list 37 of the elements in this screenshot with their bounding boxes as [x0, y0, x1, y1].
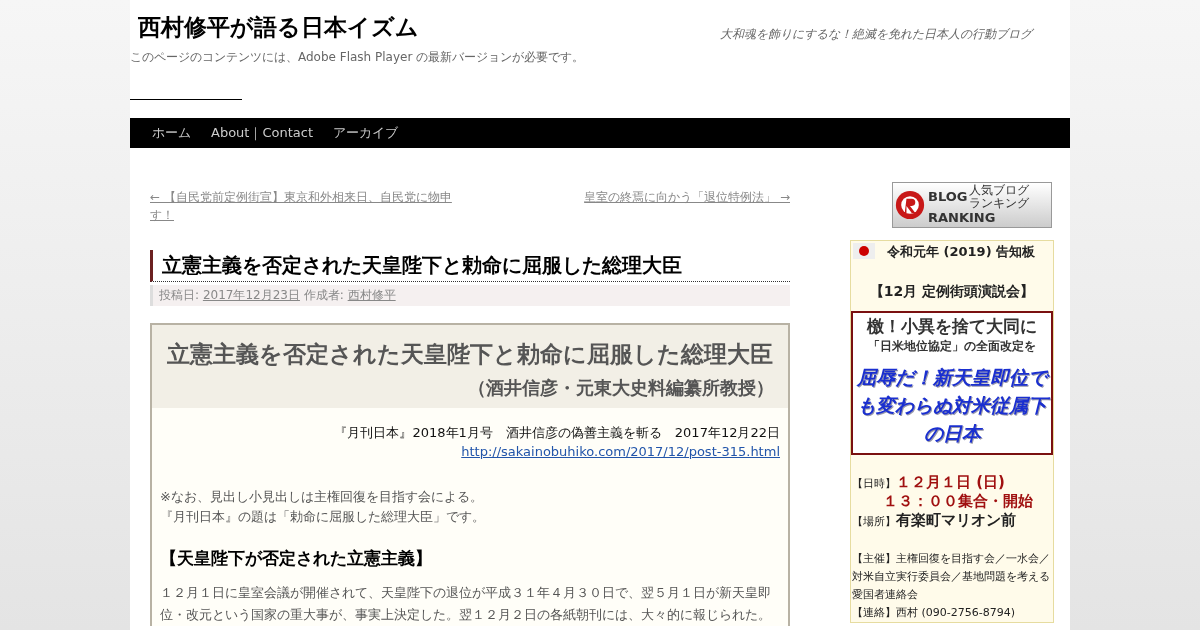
previous-post-link[interactable]: ← 【自民党前定例街宣】東京和外相来日、自民党に物申す！ [150, 188, 460, 224]
event-title: 【12月 定例街頭演説会】 [868, 283, 1036, 301]
section-heading: 【天皇陛下が否定された立憲主義】 [160, 547, 433, 570]
banner-text: BLOG [928, 189, 968, 205]
event-time: １３：００集合・開始 [882, 492, 1034, 511]
site-tagline: 大和魂を飾りにするな！絶滅を免れた日本人の行動ブログ [720, 26, 1032, 43]
site-title[interactable]: 西村修平が語る日本イズム [138, 12, 419, 43]
article-paragraph: １２月１日に皇室会議が開催されて、天皇陛下の退位が平成３１年４月３０日で、翌５月１日が新天皇即位・改元という国家の重大事が、事実上決定した。翌１２月２日の各紙朝刊には、大々的に報じられた。 [160, 584, 772, 624]
contact-text: 【連絡】西村 (090-2756-8794) [851, 605, 1016, 621]
next-post-link[interactable]: 皇室の終焉に向かう「退位特例法」 → [584, 188, 790, 224]
event-place: 有楽町マリオン前 [896, 511, 1016, 530]
event-date: １２月１日 (日) [896, 473, 1005, 492]
nav-link[interactable]: ホーム [142, 124, 201, 142]
slogan-headline: 檄！小異を捨て大同に [866, 315, 1038, 338]
note-line: ※なお、見出し小見出しは主権回復を目指す会による。 [160, 488, 484, 506]
slogan-text: 屈辱だ！新天皇即位でも変わらぬ対米従属下の日本 [855, 363, 1049, 447]
slogan-subline: 「日米地位協定」の全面改定を [867, 338, 1037, 355]
banner-small-text: ランキング [969, 197, 1030, 210]
flag-icon [853, 243, 875, 259]
date-label: 【日時】 [852, 476, 896, 491]
banner-small-text: 人気ブログ [969, 184, 1030, 197]
banner-text: RANKING [928, 210, 997, 226]
flash-notice: このページのコンテンツには、Adobe Flash Player の最新バージョンが必要です。 [130, 49, 586, 66]
article-subheading: （酒井信彦・元東大史料編纂所教授） [468, 376, 774, 400]
place-label: 【場所】 [852, 514, 896, 529]
organizers-text: 【主催】主権回復を目指す会／一水会／対米自立実行委員会／基地問題を考える愛国者連絡会 [851, 551, 1051, 603]
post-title: 立憲主義を否定された天皇陛下と勅命に屈服した総理大臣 [150, 250, 790, 282]
posted-label: 投稿日: [159, 288, 201, 302]
notice-title: 令和元年 (2019) 告知板 [887, 243, 1036, 261]
nav-link[interactable]: アーカイブ [323, 124, 408, 142]
note-line: 『月刊日本』の題は「勅命に屈服した総理大臣」です。 [160, 508, 486, 526]
author-label: 作成者: [302, 288, 345, 302]
source-line: 『月刊日本』2018年1月号 酒井信彦の偽善主義を斬る 2017年12月22日 [333, 424, 780, 442]
nav-link[interactable]: About｜Contact [201, 124, 323, 142]
r-logo-icon [895, 190, 925, 220]
article-heading: 立憲主義を否定された天皇陛下と勅命に屈服した総理大臣 [167, 340, 773, 369]
source-link[interactable]: http://sakainobuhiko.com/2017/12/post-315.html [160, 444, 780, 459]
